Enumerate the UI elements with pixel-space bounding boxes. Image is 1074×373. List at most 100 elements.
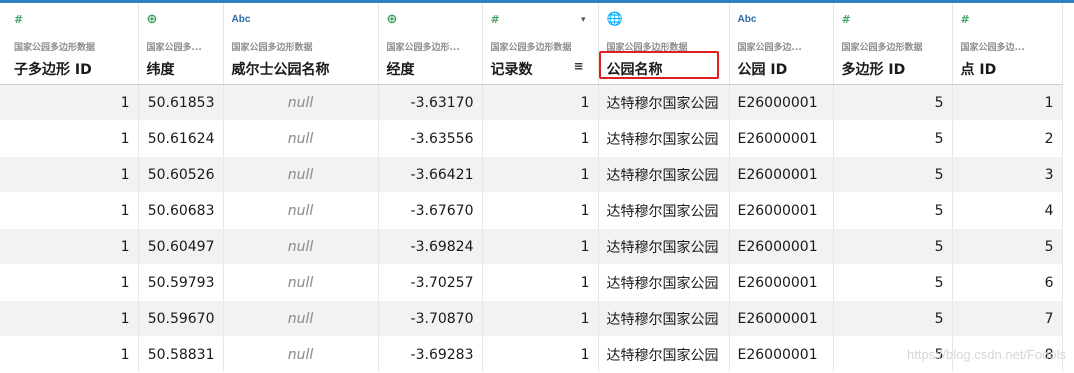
- table-row[interactable]: 1 50.60497 null -3.69824 1 达特穆尔国家公园 E26000001 5…: [0, 228, 1063, 265]
- table-row[interactable]: 1 50.61853 null -3.63170 1 达特穆尔国家公园 E26000001 5…: [0, 84, 1063, 121]
- record-count-cell[interactable]: 1: [482, 156, 599, 193]
- sub-polygon-id-cell[interactable]: 1: [0, 192, 139, 229]
- wales-park-name-cell[interactable]: null: [223, 120, 379, 157]
- park-name-cell[interactable]: 达特穆尔国家公园: [598, 264, 730, 301]
- sub-polygon-id-cell[interactable]: 1: [0, 84, 139, 121]
- park-name-cell[interactable]: 达特穆尔国家公园: [598, 156, 730, 193]
- sub-polygon-id-cell[interactable]: 1: [0, 228, 139, 265]
- number-type-icon[interactable]: #: [491, 14, 500, 26]
- number-type-icon[interactable]: #: [961, 14, 970, 26]
- park-name-cell[interactable]: 达特穆尔国家公园: [598, 84, 730, 121]
- table-row[interactable]: 1 50.61624 null -3.63556 1 达特穆尔国家公园 E26000001 5…: [0, 120, 1063, 157]
- point-id-cell[interactable]: 5: [952, 228, 1063, 265]
- polygon-id-cell[interactable]: 5: [833, 228, 953, 265]
- longitude-cell[interactable]: -3.67670: [378, 192, 483, 229]
- polygon-id-cell[interactable]: 5: [833, 264, 953, 301]
- record-count-cell[interactable]: 1: [482, 120, 599, 157]
- column-header-latitude[interactable]: ⊕ 国家公园多... 纬度: [138, 3, 224, 85]
- column-title: 经度: [386, 62, 415, 78]
- column-header-wales-park-name[interactable]: Abc 国家公园多边形数据 威尔士公园名称: [223, 3, 379, 85]
- latitude-cell[interactable]: 50.61853: [138, 84, 224, 121]
- park-id-cell[interactable]: E26000001: [729, 300, 834, 337]
- latitude-cell[interactable]: 50.60526: [138, 156, 224, 193]
- globe-type-icon[interactable]: ⊕: [147, 13, 158, 26]
- point-id-cell[interactable]: 7: [952, 300, 1063, 337]
- table-row[interactable]: 1 50.59793 null -3.70257 1 达特穆尔国家公园 E26000001 5…: [0, 264, 1063, 301]
- latitude-cell[interactable]: 50.60683: [138, 192, 224, 229]
- number-type-icon[interactable]: #: [842, 14, 851, 26]
- point-id-cell[interactable]: 3: [952, 156, 1063, 193]
- polygon-id-cell[interactable]: 5: [833, 84, 953, 121]
- record-count-cell[interactable]: 1: [482, 264, 599, 301]
- park-id-cell[interactable]: E26000001: [729, 336, 834, 373]
- sub-polygon-id-cell[interactable]: 1: [0, 336, 139, 373]
- point-id-cell[interactable]: 6: [952, 264, 1063, 301]
- park-name-cell[interactable]: 达特穆尔国家公园: [598, 300, 730, 337]
- latitude-cell[interactable]: 50.59793: [138, 264, 224, 301]
- longitude-cell[interactable]: -3.70870: [378, 300, 483, 337]
- sub-polygon-id-cell[interactable]: 1: [0, 264, 139, 301]
- park-name-cell[interactable]: 达特穆尔国家公园: [598, 228, 730, 265]
- longitude-cell[interactable]: -3.69283: [378, 336, 483, 373]
- column-title: 纬度: [146, 62, 175, 78]
- column-header-point-id[interactable]: # 国家公园多边... 点 ID: [952, 3, 1063, 85]
- record-count-cell[interactable]: 1: [482, 336, 599, 373]
- longitude-cell[interactable]: -3.63170: [378, 84, 483, 121]
- wales-park-name-cell[interactable]: null: [223, 336, 379, 373]
- longitude-cell[interactable]: -3.70257: [378, 264, 483, 301]
- point-id-cell[interactable]: 2: [952, 120, 1063, 157]
- latitude-cell[interactable]: 50.59670: [138, 300, 224, 337]
- park-name-cell[interactable]: 达特穆尔国家公园: [598, 336, 730, 373]
- longitude-cell[interactable]: -3.63556: [378, 120, 483, 157]
- wales-park-name-cell[interactable]: null: [223, 192, 379, 229]
- chevron-down-icon[interactable]: ▾: [581, 15, 586, 25]
- polygon-id-cell[interactable]: 5: [833, 300, 953, 337]
- sub-polygon-id-cell[interactable]: 1: [0, 120, 139, 157]
- wales-park-name-cell[interactable]: null: [223, 228, 379, 265]
- sort-icon[interactable]: ≡: [573, 59, 583, 73]
- table-row[interactable]: 1 50.59670 null -3.70870 1 达特穆尔国家公园 E26000001 5…: [0, 300, 1063, 337]
- polygon-id-cell[interactable]: 5: [833, 192, 953, 229]
- point-id-cell[interactable]: 1: [952, 84, 1063, 121]
- park-id-cell[interactable]: E26000001: [729, 120, 834, 157]
- sub-polygon-id-cell[interactable]: 1: [0, 156, 139, 193]
- longitude-cell[interactable]: -3.66421: [378, 156, 483, 193]
- record-count-cell[interactable]: 1: [482, 228, 599, 265]
- string-type-icon[interactable]: Abc: [738, 14, 757, 26]
- column-header-park-name[interactable]: 🌐 国家公园多边形数据 公园名称: [598, 3, 730, 85]
- table-row[interactable]: 1 50.58831 null -3.69283 1 达特穆尔国家公园 E26000001 5…: [0, 336, 1063, 373]
- record-count-cell[interactable]: 1: [482, 300, 599, 337]
- column-header-park-id[interactable]: Abc 国家公园多边... 公园 ID: [729, 3, 834, 85]
- record-count-cell[interactable]: 1: [482, 192, 599, 229]
- column-header-record-count[interactable]: # ▾ 国家公园多边形数据 记录数 ≡: [482, 3, 599, 85]
- wales-park-name-cell[interactable]: null: [223, 156, 379, 193]
- number-type-icon[interactable]: #: [14, 14, 23, 26]
- park-id-cell[interactable]: E26000001: [729, 84, 834, 121]
- park-name-cell[interactable]: 达特穆尔国家公园: [598, 192, 730, 229]
- wales-park-name-cell[interactable]: null: [223, 84, 379, 121]
- column-header-sub-polygon-id[interactable]: # 国家公园多边形数据 子多边形 ID: [0, 3, 139, 85]
- park-id-cell[interactable]: E26000001: [729, 264, 834, 301]
- park-name-cell[interactable]: 达特穆尔国家公园: [598, 120, 730, 157]
- column-header-polygon-id[interactable]: # 国家公园多边形数据 多边形 ID: [833, 3, 953, 85]
- string-type-icon[interactable]: Abc: [232, 14, 251, 26]
- column-header-longitude[interactable]: ⊕ 国家公园多边形... 经度: [378, 3, 483, 85]
- table-row[interactable]: 1 50.60526 null -3.66421 1 达特穆尔国家公园 E26000001 5…: [0, 156, 1063, 193]
- park-id-cell[interactable]: E26000001: [729, 228, 834, 265]
- polygon-id-cell[interactable]: 5: [833, 120, 953, 157]
- globe-type-icon[interactable]: ⊕: [387, 13, 398, 26]
- latitude-cell[interactable]: 50.58831: [138, 336, 224, 373]
- geographic-role-icon[interactable]: 🌐: [607, 13, 623, 26]
- point-id-cell[interactable]: 4: [952, 192, 1063, 229]
- table-row[interactable]: 1 50.60683 null -3.67670 1 达特穆尔国家公园 E26000001 5…: [0, 192, 1063, 229]
- wales-park-name-cell[interactable]: null: [223, 300, 379, 337]
- wales-park-name-cell[interactable]: null: [223, 264, 379, 301]
- latitude-cell[interactable]: 50.60497: [138, 228, 224, 265]
- latitude-cell[interactable]: 50.61624: [138, 120, 224, 157]
- record-count-cell[interactable]: 1: [482, 84, 599, 121]
- park-id-cell[interactable]: E26000001: [729, 156, 834, 193]
- longitude-cell[interactable]: -3.69824: [378, 228, 483, 265]
- park-id-cell[interactable]: E26000001: [729, 192, 834, 229]
- sub-polygon-id-cell[interactable]: 1: [0, 300, 139, 337]
- polygon-id-cell[interactable]: 5: [833, 156, 953, 193]
